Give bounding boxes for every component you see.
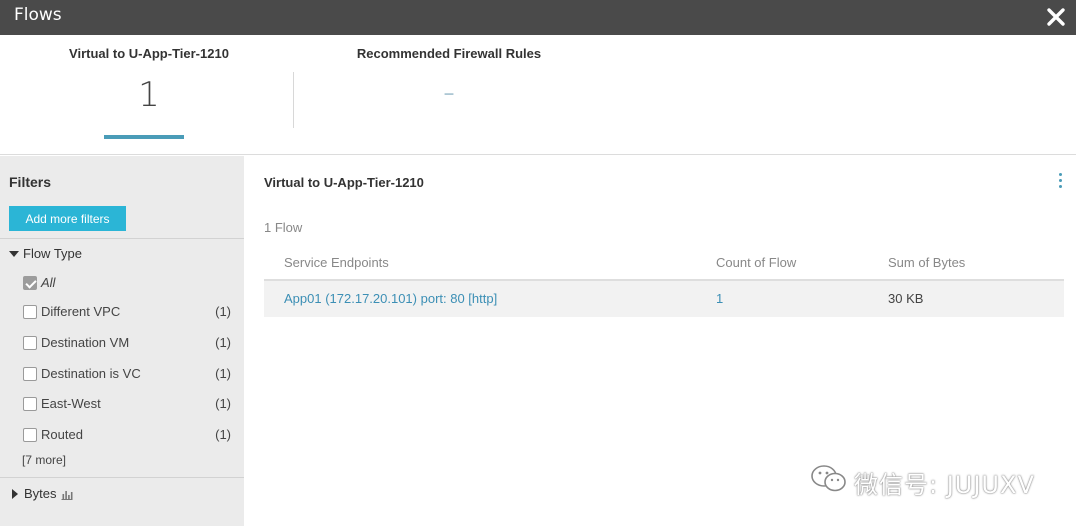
checkbox[interactable] [23, 428, 37, 442]
checkbox[interactable] [23, 276, 37, 290]
more-options-icon[interactable] [1056, 173, 1064, 193]
close-icon[interactable] [1044, 5, 1068, 29]
checkbox[interactable] [23, 367, 37, 381]
checkbox[interactable] [23, 305, 37, 319]
summary-panel: Virtual to U-App-Tier-1210 1 Recommended… [0, 35, 1076, 155]
filter-option-count: (1) [215, 335, 231, 350]
filter-option-count: (1) [215, 427, 231, 442]
filter-option-label: Destination is VC [41, 366, 141, 381]
filter-option-all[interactable]: All [23, 274, 231, 294]
filter-option-count: (1) [215, 366, 231, 381]
divider [293, 72, 294, 128]
summary-card-label: Recommended Firewall Rules [356, 46, 542, 61]
summary-card-firewall-rules[interactable]: Recommended Firewall Rules – [340, 35, 558, 155]
table-header: Service Endpoints Count of Flow Sum of B… [264, 248, 1064, 281]
checkbox[interactable] [23, 397, 37, 411]
filter-option-routed[interactable]: Routed (1) [23, 426, 231, 446]
filter-option-label: Destination VM [41, 335, 130, 350]
flow-type-label: Flow Type [23, 246, 83, 261]
divider [0, 477, 244, 478]
service-endpoint-link[interactable]: App01 (172.17.20.101) port: 80 [http] [284, 291, 497, 306]
bytes-section-toggle[interactable]: Bytes [9, 486, 73, 503]
column-header-count-of-flow[interactable]: Count of Flow [716, 255, 796, 270]
sum-of-bytes-value: 30 KB [888, 291, 924, 306]
flow-type-section-toggle[interactable]: Flow Type [9, 246, 82, 261]
flow-count: 1 Flow [264, 220, 303, 235]
filter-option-destination-is-vc[interactable]: Destination is VC (1) [23, 365, 231, 385]
watermark: 微信号: JUJUXV [810, 463, 1070, 499]
bar-chart-icon [61, 488, 73, 503]
divider [0, 238, 244, 239]
filter-option-label: Routed [41, 427, 83, 442]
summary-card-virtual[interactable]: Virtual to U-App-Tier-1210 1 [40, 35, 258, 155]
show-more-link[interactable]: [7 more] [22, 453, 66, 467]
filter-option-label: East-West [41, 396, 101, 411]
checkbox[interactable] [23, 336, 37, 350]
panel-title: Virtual to U-App-Tier-1210 [264, 175, 424, 190]
flows-table: Service Endpoints Count of Flow Sum of B… [264, 248, 1064, 317]
caret-down-icon [9, 251, 19, 257]
caret-right-icon [12, 489, 18, 499]
filters-sidebar: Filters Add more filters Flow Type All D… [0, 156, 244, 526]
window-title: Flows [14, 5, 62, 25]
watermark-text: 微信号: JUJUXV [854, 471, 1035, 499]
summary-card-value: – [443, 81, 455, 106]
filter-option-label: Different VPC [41, 304, 121, 319]
filter-option-count: (1) [215, 396, 231, 411]
flow-count-link[interactable]: 1 [716, 291, 723, 306]
filter-option-east-west[interactable]: East-West (1) [23, 395, 231, 415]
title-bar: Flows [0, 0, 1076, 35]
table-row: App01 (172.17.20.101) port: 80 [http] 1 … [264, 281, 1064, 317]
add-more-filters-button[interactable]: Add more filters [9, 206, 126, 231]
filter-option-different-vpc[interactable]: Different VPC (1) [23, 303, 231, 323]
filter-option-label: All [41, 275, 56, 290]
wechat-icon [810, 463, 848, 501]
column-header-service-endpoints[interactable]: Service Endpoints [284, 255, 389, 270]
column-header-sum-of-bytes[interactable]: Sum of Bytes [888, 255, 965, 270]
active-tab-indicator [104, 135, 184, 139]
summary-card-value: 1 [138, 75, 160, 115]
filters-heading: Filters [9, 174, 52, 190]
bytes-label: Bytes [24, 486, 57, 501]
filter-option-destination-vm[interactable]: Destination VM (1) [23, 334, 231, 354]
filter-option-count: (1) [215, 304, 231, 319]
summary-card-label: Virtual to U-App-Tier-1210 [69, 46, 229, 61]
